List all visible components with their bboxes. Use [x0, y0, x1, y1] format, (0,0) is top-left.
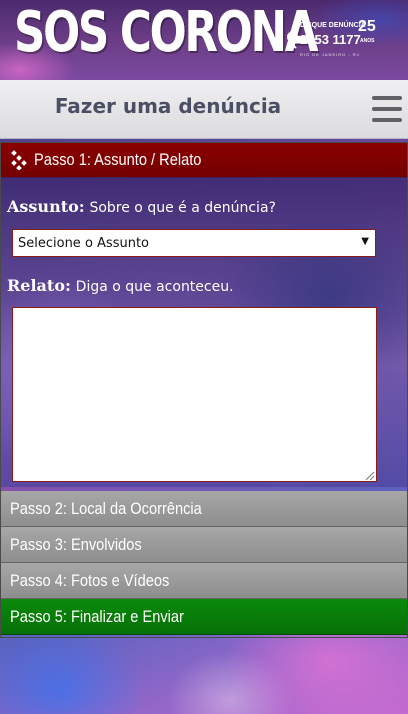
step-1-content: Assunto: Sobre o que é a denúncia? Selec…: [1, 177, 407, 487]
logo-title: SOS CORONA: [14, 0, 319, 65]
assunto-label: Assunto:: [7, 197, 85, 216]
step-3-header[interactable]: Passo 3: Envolvidos: [1, 527, 407, 563]
resize-grip-icon[interactable]: [365, 471, 375, 481]
relato-question: Relato: Diga o que aconteceu.: [7, 276, 234, 295]
header-banner: SOS CORONA DISQUE DENÚNCIA 2253 1177 RIO…: [0, 0, 408, 80]
step-1-label: Passo 1: Assunto / Relato: [34, 150, 202, 169]
step-1-header[interactable]: Passo 1: Assunto / Relato: [1, 143, 407, 178]
assunto-select[interactable]: Selecione o Assunto ▼: [12, 229, 376, 257]
signal-wave-icon: [287, 25, 299, 49]
assunto-select-value: Selecione o Assunto: [18, 236, 149, 251]
disque-label: DISQUE DENÚNCIA: [300, 22, 366, 29]
relato-textarea[interactable]: [12, 307, 377, 482]
step-5-label: Passo 5: Finalizar e Enviar: [10, 607, 184, 626]
disque-phone: 2253 1177: [300, 32, 361, 47]
hamburger-menu-icon[interactable]: [372, 96, 402, 122]
step-4-label: Passo 4: Fotos e Vídeos: [10, 571, 170, 590]
page-title: Fazer uma denúncia: [54, 94, 282, 118]
anos-label: ANOS: [360, 38, 375, 44]
relato-hint: Diga o que aconteceu.: [75, 279, 234, 295]
assunto-hint: Sobre o que é a denúncia?: [89, 200, 276, 216]
step-4-header[interactable]: Passo 4: Fotos e Vídeos: [1, 563, 407, 599]
denuncia-form: Passo 1: Assunto / Relato Assunto: Sobre…: [0, 142, 408, 638]
step-2-label: Passo 2: Local da Ocorrência: [10, 499, 202, 518]
disque-city: RIO DE JANEIRO - RJ: [300, 52, 360, 57]
anos-number: 25: [358, 18, 376, 35]
chevron-dots-icon: [11, 150, 27, 170]
assunto-question: Assunto: Sobre o que é a denúncia?: [7, 197, 276, 216]
step-3-label: Passo 3: Envolvidos: [10, 535, 142, 554]
disque-denuncia-logo: DISQUE DENÚNCIA 2253 1177 RIO DE JANEIRO…: [276, 16, 384, 66]
step-5-header[interactable]: Passo 5: Finalizar e Enviar: [1, 599, 407, 635]
relato-label: Relato:: [7, 276, 71, 295]
dropdown-arrow-icon: ▼: [361, 236, 369, 247]
step-2-header[interactable]: Passo 2: Local da Ocorrência: [1, 491, 407, 527]
nav-bar: Fazer uma denúncia: [0, 80, 408, 139]
